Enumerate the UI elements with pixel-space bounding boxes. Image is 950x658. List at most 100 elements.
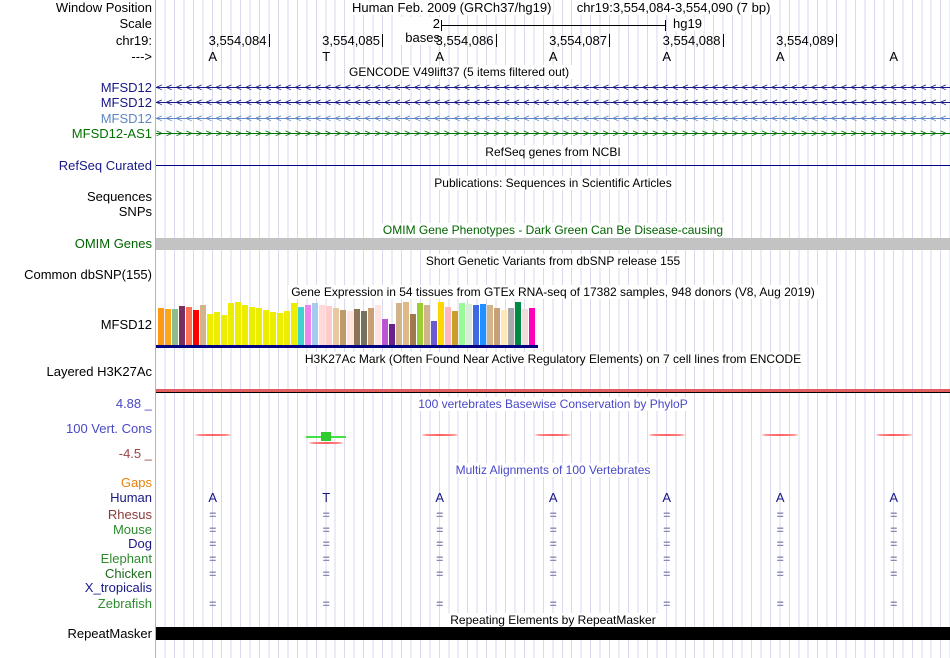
gtex-tissue-bar[interactable]: [375, 305, 381, 345]
gtex-tissue-bar[interactable]: [200, 305, 206, 345]
gtex-tissue-bar[interactable]: [403, 302, 409, 345]
track-label-sequences[interactable]: Sequences: [87, 190, 152, 204]
gtex-tissue-bar[interactable]: [193, 310, 199, 345]
gtex-tissue-bar[interactable]: [298, 307, 304, 345]
gtex-tissue-bar[interactable]: [347, 311, 353, 345]
gtex-tissue-bar[interactable]: [186, 307, 192, 345]
species-label-x_tropicalis[interactable]: X_tropicalis: [85, 581, 152, 595]
track-label-gtex-gene[interactable]: MFSD12: [101, 318, 152, 332]
assembly-title: Human Feb. 2009 (GRCh37/hg19): [350, 0, 554, 15]
species-label-zebrafish[interactable]: Zebrafish: [98, 597, 152, 611]
gene-label-mfsd12[interactable]: MFSD12: [101, 81, 152, 95]
gtex-tissue-bar[interactable]: [263, 310, 269, 345]
gtex-tissue-bar[interactable]: [207, 314, 213, 345]
gtex-tissue-bar[interactable]: [165, 309, 171, 345]
gtex-tissue-bar[interactable]: [312, 303, 318, 345]
gtex-tissue-bar[interactable]: [284, 311, 290, 345]
gtex-tissue-bar[interactable]: [270, 312, 276, 345]
track-title-multiz[interactable]: Multiz Alignments of 100 Vertebrates: [452, 463, 654, 477]
gtex-tissue-bar[interactable]: [522, 309, 528, 345]
gene-strand-line[interactable]: <<<<<<<<<<<<<<<<<<<<<<<<<<<<<<<<<<<<<<<<…: [156, 112, 950, 126]
gtex-tissue-bar[interactable]: [529, 308, 535, 345]
species-label-dog[interactable]: Dog: [128, 537, 152, 551]
track-title-gencode[interactable]: GENCODE V49lift37 (5 items filtered out): [346, 65, 573, 79]
species-label-chicken[interactable]: Chicken: [105, 567, 152, 581]
track-label-common-dbsnp[interactable]: Common dbSNP(155): [24, 268, 152, 282]
gtex-tissue-bar[interactable]: [305, 305, 311, 345]
species-label-rhesus[interactable]: Rhesus: [108, 508, 152, 522]
gtex-tissue-bar[interactable]: [172, 309, 178, 345]
gtex-tissue-bar[interactable]: [221, 315, 227, 345]
gtex-tissue-bar[interactable]: [494, 308, 500, 345]
gtex-tissue-bar[interactable]: [452, 311, 458, 345]
omim-gene-bar[interactable]: [156, 238, 950, 250]
refseq-gene-line[interactable]: [156, 165, 950, 166]
track-title-conservation[interactable]: 100 vertebrates Basewise Conservation by…: [415, 397, 691, 411]
gtex-tissue-bar[interactable]: [319, 305, 325, 345]
coordinate-label: 3,554,084: [156, 34, 270, 48]
gene-strand-line[interactable]: >>>>>>>>>>>>>>>>>>>>>>>>>>>>>>>>>>>>>>>>…: [156, 127, 950, 141]
gtex-tissue-bar[interactable]: [277, 313, 283, 345]
track-title-gtex[interactable]: Gene Expression in 54 tissues from GTEx …: [288, 285, 818, 299]
gtex-tissue-bar[interactable]: [501, 310, 507, 345]
gene-label-mfsd12[interactable]: MFSD12: [101, 112, 152, 126]
gtex-tissue-bar[interactable]: [249, 307, 255, 345]
track-title-omim[interactable]: OMIM Gene Phenotypes - Dark Green Can Be…: [379, 223, 727, 237]
gtex-tissue-bar[interactable]: [326, 306, 332, 345]
track-title-dbsnp[interactable]: Short Genetic Variants from dbSNP releas…: [422, 254, 684, 268]
gtex-tissue-bar[interactable]: [431, 321, 437, 345]
track-label-omim-genes[interactable]: OMIM Genes: [75, 237, 152, 251]
species-label-mouse[interactable]: Mouse: [113, 523, 152, 537]
coordinate-label: 3,554,086: [383, 34, 497, 48]
track-label-snps[interactable]: SNPs: [119, 205, 152, 219]
h3k27ac-baseline: [156, 392, 950, 393]
track-label-gaps[interactable]: Gaps: [121, 476, 152, 490]
gtex-tissue-bar[interactable]: [487, 305, 493, 345]
strand-direction-label[interactable]: --->: [131, 50, 152, 64]
gtex-tissue-bar[interactable]: [459, 303, 465, 345]
gene-label-mfsd12-as1[interactable]: MFSD12-AS1: [72, 127, 152, 141]
gene-strand-line[interactable]: <<<<<<<<<<<<<<<<<<<<<<<<<<<<<<<<<<<<<<<<…: [156, 81, 950, 95]
gene-label-mfsd12[interactable]: MFSD12: [101, 96, 152, 110]
gtex-tissue-bar[interactable]: [424, 305, 430, 345]
gtex-tissue-bar[interactable]: [480, 304, 486, 345]
track-title-repeatmasker[interactable]: Repeating Elements by RepeatMasker: [447, 613, 659, 627]
gtex-tissue-bar[interactable]: [179, 306, 185, 345]
species-label-elephant[interactable]: Elephant: [101, 552, 152, 566]
gtex-tissue-bar[interactable]: [235, 302, 241, 345]
gtex-tissue-bar[interactable]: [515, 302, 521, 345]
gtex-tissue-bar[interactable]: [368, 308, 374, 345]
gtex-tissue-bar[interactable]: [508, 308, 514, 345]
gtex-tissue-bar[interactable]: [410, 314, 416, 345]
gtex-tissue-bar[interactable]: [417, 303, 423, 345]
gtex-tissue-bar[interactable]: [445, 307, 451, 345]
gtex-tissue-bar[interactable]: [389, 324, 395, 345]
human-base-letter: A: [889, 490, 899, 505]
track-title-h3k27ac[interactable]: H3K27Ac Mark (Often Found Near Active Re…: [301, 352, 805, 366]
gtex-tissue-bar[interactable]: [340, 310, 346, 345]
species-label-human[interactable]: Human: [110, 491, 152, 505]
track-label-100-vert-cons[interactable]: 100 Vert. Cons: [66, 422, 152, 436]
gtex-tissue-bar[interactable]: [438, 302, 444, 345]
track-label-refseq-curated[interactable]: RefSeq Curated: [59, 159, 152, 173]
gene-strand-line[interactable]: <<<<<<<<<<<<<<<<<<<<<<<<<<<<<<<<<<<<<<<<…: [156, 96, 950, 110]
gtex-tissue-bar[interactable]: [396, 303, 402, 345]
gtex-tissue-bar[interactable]: [333, 308, 339, 345]
gtex-tissue-bar[interactable]: [214, 312, 220, 345]
gtex-tissue-bar[interactable]: [361, 311, 367, 345]
track-title-publications[interactable]: Publications: Sequences in Scientific Ar…: [431, 176, 675, 190]
gtex-tissue-bar[interactable]: [354, 309, 360, 345]
gtex-tissue-bar[interactable]: [256, 308, 262, 345]
track-label-repeatmasker[interactable]: RepeatMasker: [67, 627, 152, 641]
gtex-tissue-bar[interactable]: [466, 304, 472, 345]
track-label-layered-h3k27ac[interactable]: Layered H3K27Ac: [46, 365, 152, 379]
gtex-tissue-bar[interactable]: [158, 308, 164, 345]
alignment-match-mark: =: [776, 552, 784, 566]
track-title-refseq[interactable]: RefSeq genes from NCBI: [482, 145, 624, 159]
gtex-tissue-bar[interactable]: [473, 305, 479, 345]
repeatmasker-bar[interactable]: [156, 627, 950, 640]
gtex-tissue-bar[interactable]: [291, 303, 297, 345]
gtex-tissue-bar[interactable]: [382, 319, 388, 345]
gtex-tissue-bar[interactable]: [228, 303, 234, 345]
gtex-tissue-bar[interactable]: [242, 305, 248, 345]
